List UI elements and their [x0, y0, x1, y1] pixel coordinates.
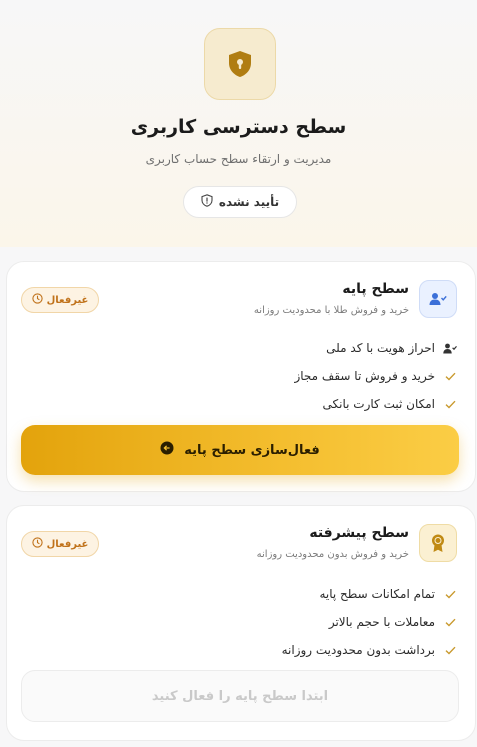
level-description: خرید و فروش طلا با محدودیت روزانه [253, 305, 409, 316]
inactive-badge: غیرفعال [21, 531, 99, 557]
badge-label: غیرفعال [46, 538, 89, 550]
list-item: معاملات با حجم بالاتر [25, 608, 457, 636]
clock-icon [31, 293, 43, 307]
feature-label: احراز هویت با کد ملی [326, 341, 435, 355]
list-item: تمام امکانات سطح پایه [25, 580, 457, 608]
badge-label: غیرفعال [46, 294, 89, 306]
level-title: سطح پیشرفته [309, 525, 409, 541]
shield-alert-icon [201, 194, 213, 210]
level-title: سطح پایه [342, 281, 409, 297]
list-item: احراز هویت با کد ملی [25, 334, 457, 362]
button-label: فعال‌سازی سطح پایه [184, 442, 320, 458]
verification-status-badge: تأیید نشده [183, 186, 297, 218]
arrow-left-circle-icon [160, 441, 174, 459]
list-item: امکان ثبت کارت بانکی [25, 390, 457, 418]
award-medal-icon [419, 524, 457, 562]
page-title: سطح دسترسی کاربری [130, 116, 347, 138]
check-icon [443, 646, 457, 655]
feature-label: خرید و فروش تا سقف مجاز [294, 369, 435, 383]
feature-list: احراز هویت با کد ملی خرید و فروش تا سقف … [25, 334, 457, 418]
check-icon [443, 618, 457, 627]
user-check-icon [419, 280, 457, 318]
check-icon [443, 400, 457, 409]
button-label: ابتدا سطح پایه را فعال کنید [151, 688, 329, 704]
level-card-advanced: سطح پیشرفته خرید و فروش بدون محدودیت روز… [6, 505, 476, 741]
activate-basic-level-button[interactable]: فعال‌سازی سطح پایه [21, 425, 459, 475]
clock-icon [31, 537, 43, 551]
inactive-badge: غیرفعال [21, 287, 99, 313]
hero-section: سطح دسترسی کاربری مدیریت و ارتقاء سطح حس… [0, 0, 477, 247]
feature-label: معاملات با حجم بالاتر [328, 615, 435, 629]
feature-list: تمام امکانات سطح پایه معاملات با حجم بال… [25, 580, 457, 664]
check-icon [443, 590, 457, 599]
level-card-basic: سطح پایه خرید و فروش طلا با محدودیت روزا… [6, 261, 476, 492]
feature-label: امکان ثبت کارت بانکی [322, 397, 435, 411]
check-icon [443, 372, 457, 381]
list-item: خرید و فروش تا سقف مجاز [25, 362, 457, 390]
shield-lock-icon [204, 28, 276, 100]
feature-label: تمام امکانات سطح پایه [319, 587, 435, 601]
status-label: تأیید نشده [218, 195, 280, 209]
activate-advanced-level-button: ابتدا سطح پایه را فعال کنید [21, 670, 459, 722]
list-item: برداشت بدون محدودیت روزانه [25, 636, 457, 664]
feature-label: برداشت بدون محدودیت روزانه [281, 643, 435, 657]
user-check-icon [443, 343, 457, 354]
level-description: خرید و فروش بدون محدودیت روزانه [256, 549, 409, 560]
page-subtitle: مدیریت و ارتقاء سطح حساب کاربری [145, 152, 332, 166]
